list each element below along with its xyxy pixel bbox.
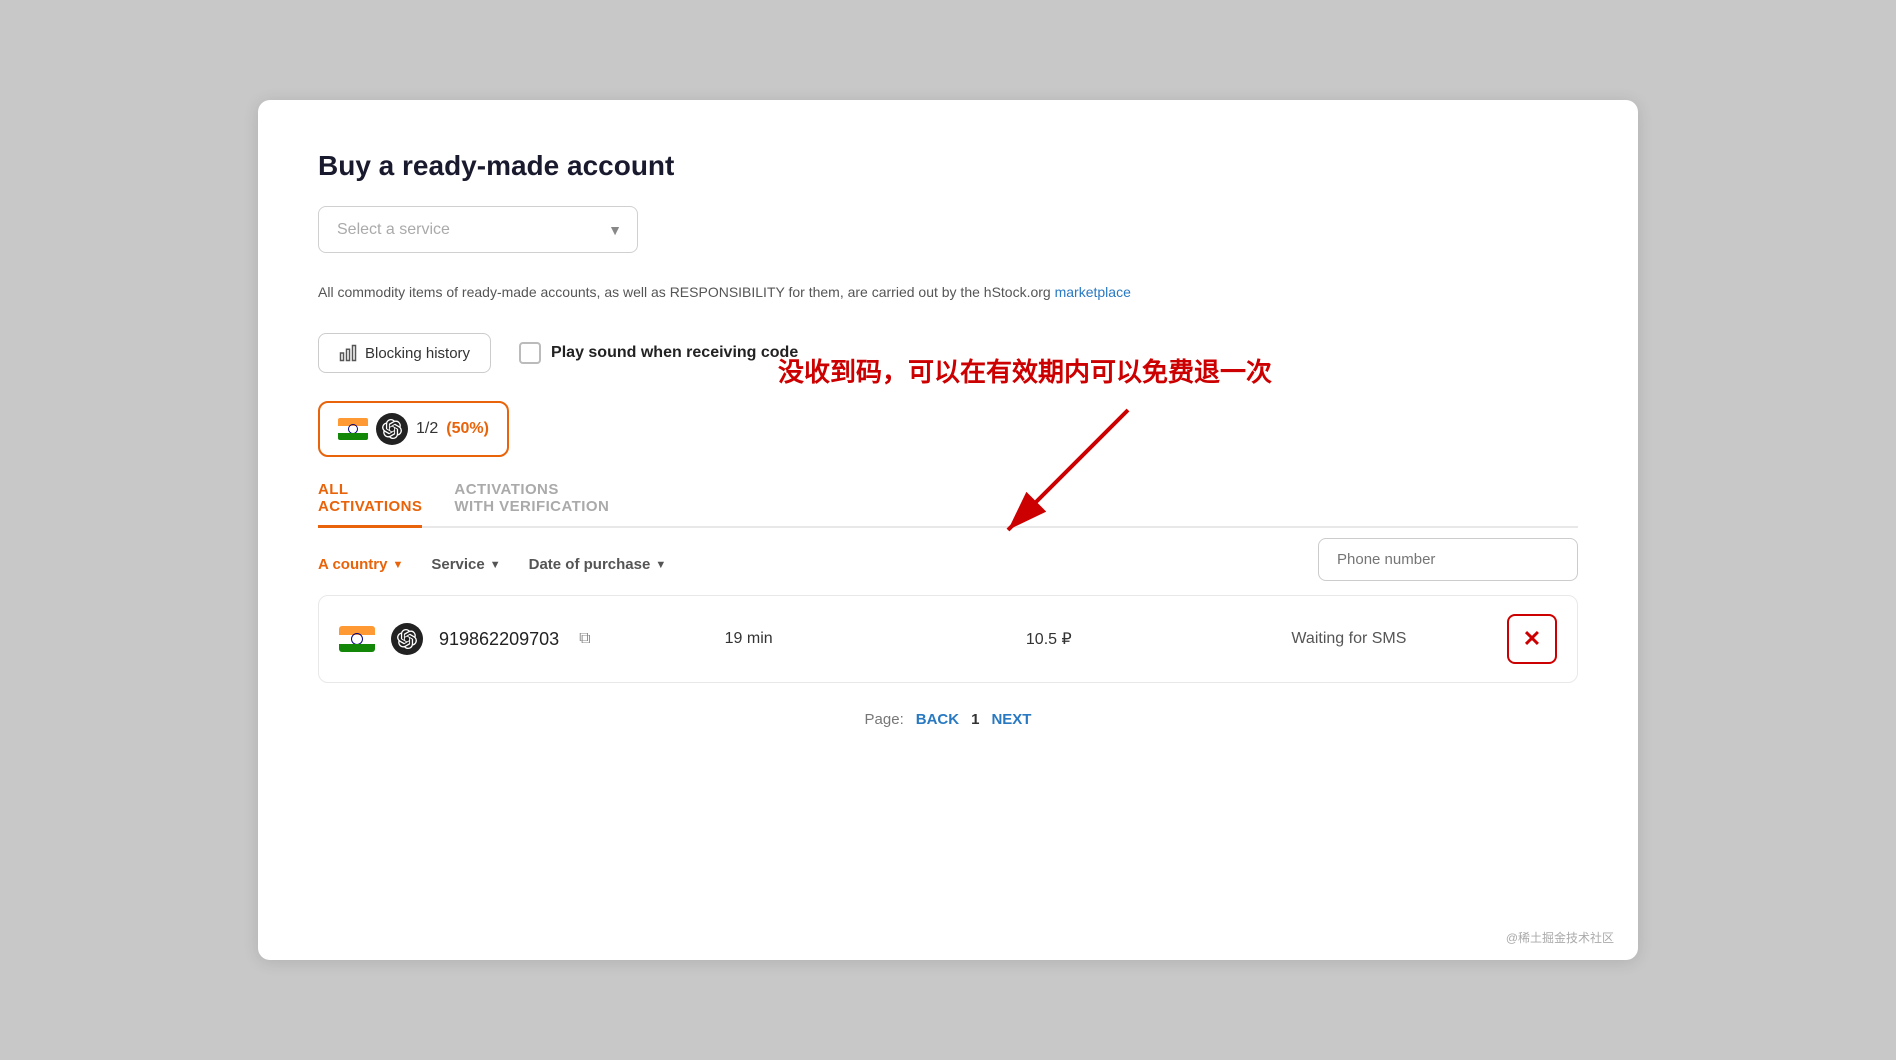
activation-status: Waiting for SMS [1207,630,1491,648]
filter-date-button[interactable]: Date of purchase ▼ [529,552,667,577]
chevron-down-icon: ▼ [655,559,666,571]
main-card: Buy a ready-made account Select a servic… [258,100,1638,960]
cancel-activation-button[interactable]: ✕ [1507,614,1557,664]
sound-checkbox[interactable] [519,342,541,364]
tab-all-activations[interactable]: ALL ACTIVATIONS [318,471,422,528]
watermark: @稀土掘金技术社区 [1506,929,1614,946]
pagination-back[interactable]: BACK [916,711,959,728]
chevron-down-icon: ▼ [490,559,501,571]
service-select-wrapper: Select a service ▼ [318,206,638,253]
sound-toggle-label: Play sound when receiving code [551,344,798,362]
account-badge: 1/2 (50%) [318,401,509,457]
pagination-row: Page: BACK 1 NEXT [318,711,1578,728]
india-flag-badge [338,418,368,440]
openai-service-svg [397,629,417,649]
content-area: A country ▼ Service ▼ Date of purchase ▼ [318,552,1578,683]
phone-number-input[interactable] [1318,538,1578,581]
info-text: All commodity items of ready-made accoun… [318,281,1578,303]
openai-svg [382,419,402,439]
page-title: Buy a ready-made account [318,150,1578,182]
openai-service-icon [391,623,423,655]
activation-time: 19 min [607,630,891,648]
tabs-row: ALL ACTIVATIONS ACTIVATIONS WITH VERIFIC… [318,471,1578,528]
sound-toggle-row: Play sound when receiving code [519,342,798,364]
tab-activations-verification[interactable]: ACTIVATIONS WITH VERIFICATION [454,471,609,528]
filter-row: A country ▼ Service ▼ Date of purchase ▼ [318,552,1578,577]
chart-icon [339,344,357,362]
pagination-current: 1 [971,711,979,728]
phone-number-text: 919862209703 [439,629,559,650]
activation-row: 919862209703 ⧉ 19 min 10.5 ₽ Waiting for… [318,595,1578,683]
india-flag-icon [339,626,375,652]
service-select[interactable]: Select a service [318,206,638,253]
activation-price: 10.5 ₽ [907,629,1191,649]
toolbar-row: Blocking history Play sound when receivi… [318,333,1578,373]
openai-icon-badge [376,413,408,445]
chevron-down-icon: ▼ [392,559,403,571]
copy-icon[interactable]: ⧉ [579,630,590,648]
badge-fraction: 1/2 [416,420,438,438]
pagination-next[interactable]: NEXT [991,711,1031,728]
blocking-history-button[interactable]: Blocking history [318,333,491,373]
filter-service-button[interactable]: Service ▼ [431,552,500,577]
badge-percent: (50%) [446,420,489,438]
filter-country-button[interactable]: A country ▼ [318,552,403,577]
pagination-label: Page: [865,711,904,728]
marketplace-link[interactable]: marketplace [1055,284,1131,300]
